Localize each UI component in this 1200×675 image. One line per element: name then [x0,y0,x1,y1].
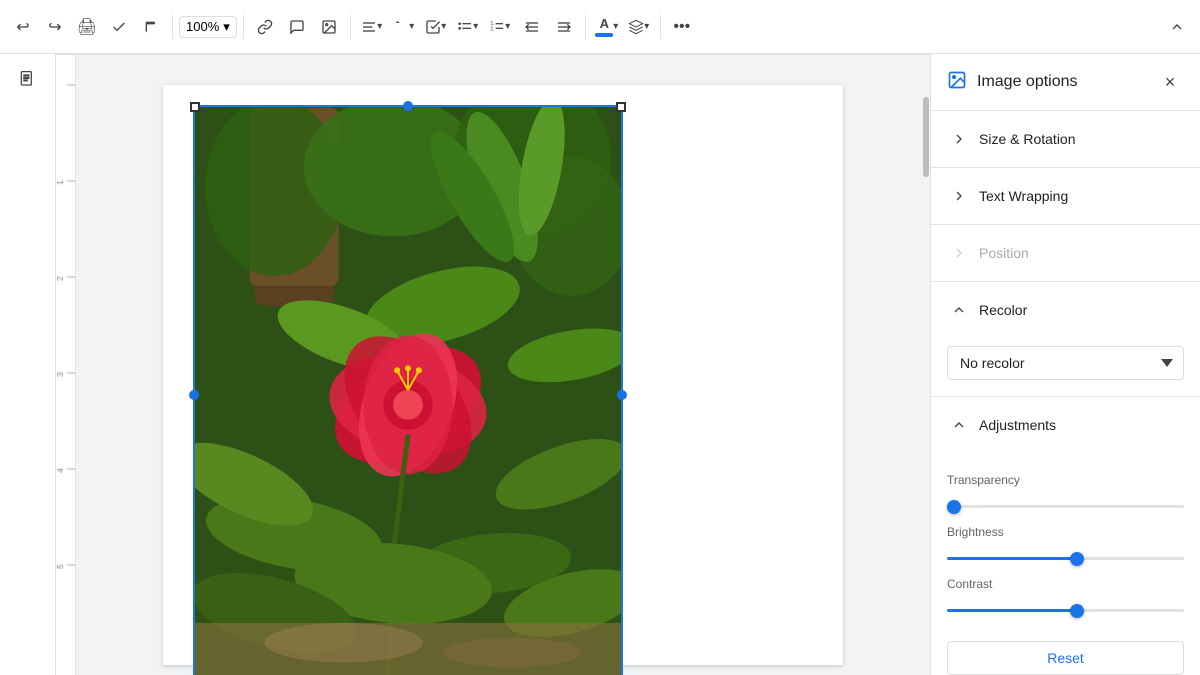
divider-2 [243,15,244,39]
size-rotation-title: Size & Rotation [979,131,1076,147]
insert-image-button[interactable] [314,12,344,42]
insert-link-button[interactable] [250,12,280,42]
svg-text:2.: 2. [491,26,495,32]
panel-header: Image options × [931,54,1200,111]
adjustments-content: Transparency Brightness Contrast [931,453,1200,633]
contrast-slider[interactable] [947,609,1184,612]
undo-button[interactable]: ↩ [8,12,38,42]
toolbar-collapse-button[interactable] [1162,12,1192,42]
increase-indent-button[interactable] [549,12,579,42]
text-wrapping-header[interactable]: Text Wrapping [931,168,1200,224]
divider-3 [350,15,351,39]
handle-middle-right[interactable] [617,390,627,400]
size-rotation-section: Size & Rotation [931,111,1200,168]
brightness-slider[interactable] [947,557,1184,560]
size-rotation-header[interactable]: Size & Rotation [931,111,1200,167]
panel-close-button[interactable]: × [1156,68,1184,96]
recolor-title: Recolor [979,302,1027,318]
vertical-scrollbar[interactable] [922,55,930,675]
pages-panel-button[interactable] [10,62,46,98]
panel-image-icon [947,70,967,95]
insert-comment-button[interactable] [282,12,312,42]
text-wrapping-section: Text Wrapping [931,168,1200,225]
divider-4 [585,15,586,39]
handle-middle-left[interactable] [189,390,199,400]
recolor-header[interactable]: Recolor [931,282,1200,338]
text-color-indicator [595,33,613,37]
adjustments-header[interactable]: Adjustments [931,397,1200,453]
zoom-value: 100% [186,19,219,34]
flower-image [195,107,621,675]
document-area [56,54,930,675]
adjustments-section: Adjustments Transparency Brightness Cont… [931,397,1200,633]
line-spacing-button[interactable]: ▾ [389,12,419,42]
recolor-chevron [947,298,971,322]
zoom-selector[interactable]: 100% ▾ [179,16,237,38]
reset-button[interactable]: Reset [947,641,1184,675]
toolbar: ↩ ↪ 🖨 100% ▾ ▾ ▾ ▾ ▾ 1.2. ▾ [0,0,1200,54]
more-options-button[interactable]: ••• [667,12,697,42]
image-options-panel: Image options × Size & Rotation Text Wra… [930,54,1200,675]
recolor-dropdown[interactable]: No recolor Grayscale Sepia Custom... [947,346,1184,380]
position-title: Position [979,245,1029,261]
left-sidebar [0,54,56,675]
brightness-label: Brightness [947,525,1184,539]
transparency-label: Transparency [947,473,1184,487]
align-button[interactable]: ▾ [357,12,387,42]
zoom-arrow: ▾ [223,19,230,35]
transparency-slider[interactable] [947,505,1184,508]
spellcheck-button[interactable] [104,12,134,42]
position-section: Position [931,225,1200,282]
size-rotation-chevron [947,127,971,151]
scrollbar-thumb[interactable] [923,97,929,177]
text-wrapping-title: Text Wrapping [979,188,1068,204]
paint-format-button[interactable] [136,12,166,42]
checklist-button[interactable]: ▾ [421,12,451,42]
divider-1 [172,15,173,39]
handle-top-middle[interactable] [403,101,413,111]
position-header[interactable]: Position [931,225,1200,281]
document-page [163,85,843,665]
selected-image[interactable] [193,105,623,675]
handle-top-right[interactable] [616,102,626,112]
panel-title: Image options [977,73,1146,91]
position-chevron [947,241,971,265]
main-content: Image options × Size & Rotation Text Wra… [0,54,1200,675]
doc-with-ruler [56,55,930,675]
adjustments-title: Adjustments [979,417,1056,433]
numbered-list-button[interactable]: 1.2. ▾ [485,12,515,42]
vertical-ruler [56,55,76,675]
document-scroll-area[interactable] [76,55,930,675]
recolor-section: Recolor No recolor Grayscale Sepia Custo… [931,282,1200,397]
bullet-list-button[interactable]: ▾ [453,12,483,42]
redo-button[interactable]: ↪ [40,12,70,42]
highlight-button[interactable]: ▾ [624,12,654,42]
handle-top-left[interactable] [190,102,200,112]
decrease-indent-button[interactable] [517,12,547,42]
adjustments-chevron [947,413,971,437]
recolor-content: No recolor Grayscale Sepia Custom... [931,338,1200,396]
divider-5 [660,15,661,39]
text-color-button[interactable]: A ▾ [592,12,622,42]
contrast-label: Contrast [947,577,1184,591]
text-wrapping-chevron [947,184,971,208]
print-button[interactable]: 🖨 [72,12,102,42]
